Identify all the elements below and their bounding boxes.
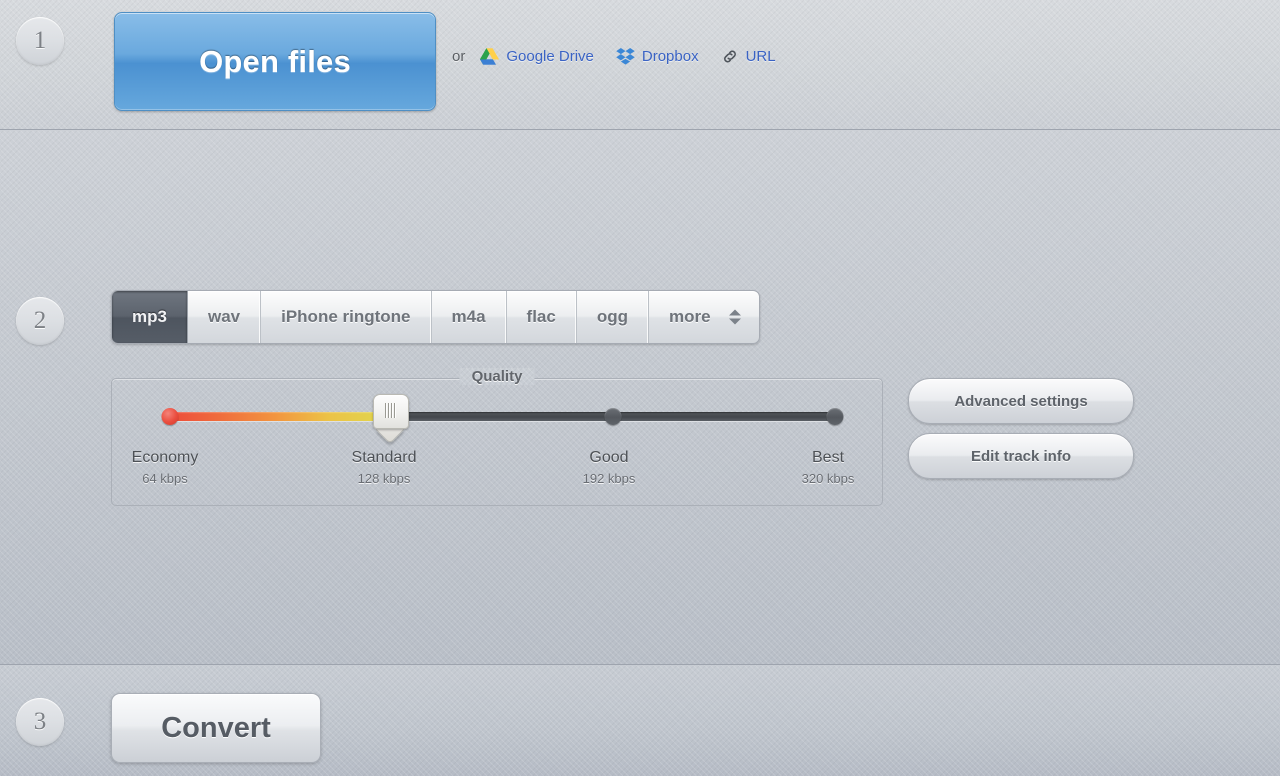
format-tab-flac-label: flac — [526, 307, 556, 326]
quality-legend: Quality — [460, 368, 535, 385]
quality-rate-standard: 128 kbps — [357, 471, 411, 486]
dropbox-label: Dropbox — [641, 48, 699, 65]
open-files-button[interactable]: Open files — [114, 12, 436, 111]
quality-rate-good: 192 kbps — [582, 471, 636, 486]
quality-name-economy: Economy — [131, 449, 199, 466]
convert-button[interactable]: Convert — [111, 693, 321, 763]
app-root: 1 Open files or Google Drive Dropbox URL… — [0, 0, 1280, 776]
slider-tick-best[interactable] — [826, 408, 844, 425]
slider-handle[interactable] — [373, 394, 409, 445]
url-label: URL — [745, 48, 776, 65]
edit-track-info-label: Edit track info — [970, 447, 1071, 465]
settings-section: 2 mp3 wav iPhone ringtone m4a flac ogg m… — [0, 130, 1280, 665]
slider-handle-grip-icon — [385, 403, 395, 418]
format-tab-ogg-label: ogg — [596, 307, 628, 326]
step-number-1: 1 — [33, 27, 47, 54]
format-tab-flac[interactable]: flac — [507, 291, 577, 343]
dropbox-link[interactable]: Dropbox — [616, 48, 699, 65]
format-tab-bar: mp3 wav iPhone ringtone m4a flac ogg mor… — [111, 290, 760, 344]
open-files-section: 1 Open files or Google Drive Dropbox URL — [0, 0, 1280, 130]
advanced-settings-label: Advanced settings — [954, 392, 1088, 410]
step-badge-2: 2 — [16, 297, 64, 345]
dropbox-icon — [616, 48, 635, 65]
quality-name-best: Best — [811, 449, 845, 466]
quality-rate-best: 320 kbps — [801, 471, 855, 486]
slider-tick-economy[interactable] — [161, 408, 179, 425]
spinner-arrows-icon[interactable] — [728, 309, 741, 325]
format-tab-m4a-label: m4a — [451, 307, 486, 326]
format-tab-wav[interactable]: wav — [188, 291, 262, 343]
quality-label-good[interactable]: Good 192 kbps — [583, 449, 636, 486]
step-number-2: 2 — [33, 307, 47, 334]
step-badge-3: 3 — [16, 698, 64, 746]
quality-label-best[interactable]: Best 320 kbps — [802, 449, 855, 486]
url-link[interactable]: URL — [721, 48, 776, 65]
format-tab-m4a[interactable]: m4a — [432, 291, 507, 343]
advanced-settings-button[interactable]: Advanced settings — [908, 378, 1134, 424]
quality-panel: Quality Economy 64 kbps Standard 128 kbp… — [111, 368, 883, 506]
chevron-up-icon — [728, 309, 741, 316]
google-drive-link[interactable]: Google Drive — [480, 48, 594, 65]
google-drive-icon — [480, 48, 500, 65]
format-tab-wav-label: wav — [207, 307, 241, 326]
slider-tick-good[interactable] — [604, 408, 622, 425]
format-tab-mp3-label: mp3 — [132, 307, 167, 326]
format-tab-iphone-ringtone[interactable]: iPhone ringtone — [261, 291, 432, 343]
quality-label-economy[interactable]: Economy 64 kbps — [132, 449, 199, 486]
quality-name-good: Good — [589, 449, 629, 466]
quality-label-standard[interactable]: Standard 128 kbps — [352, 449, 417, 486]
format-tab-more-label: more — [668, 307, 711, 326]
format-tab-more[interactable]: more — [649, 291, 759, 343]
link-icon — [721, 48, 739, 65]
edit-track-info-button[interactable]: Edit track info — [908, 433, 1134, 479]
step-number-3: 3 — [33, 708, 47, 735]
quality-slider[interactable] — [161, 394, 844, 445]
quality-rate-economy: 64 kbps — [142, 471, 188, 486]
chevron-down-icon — [728, 318, 741, 325]
or-label: or — [452, 48, 466, 65]
format-tab-mp3[interactable]: mp3 — [112, 291, 188, 343]
cloud-sources-row: or Google Drive Dropbox URL — [452, 48, 798, 65]
google-drive-label: Google Drive — [506, 48, 594, 65]
open-files-label: Open files — [199, 43, 351, 79]
quality-name-standard: Standard — [351, 449, 417, 466]
format-tab-iphone-ringtone-label: iPhone ringtone — [281, 307, 411, 326]
slider-track-fill — [167, 412, 390, 421]
format-tab-ogg[interactable]: ogg — [577, 291, 649, 343]
step-badge-1: 1 — [16, 17, 64, 65]
convert-label: Convert — [161, 711, 271, 744]
